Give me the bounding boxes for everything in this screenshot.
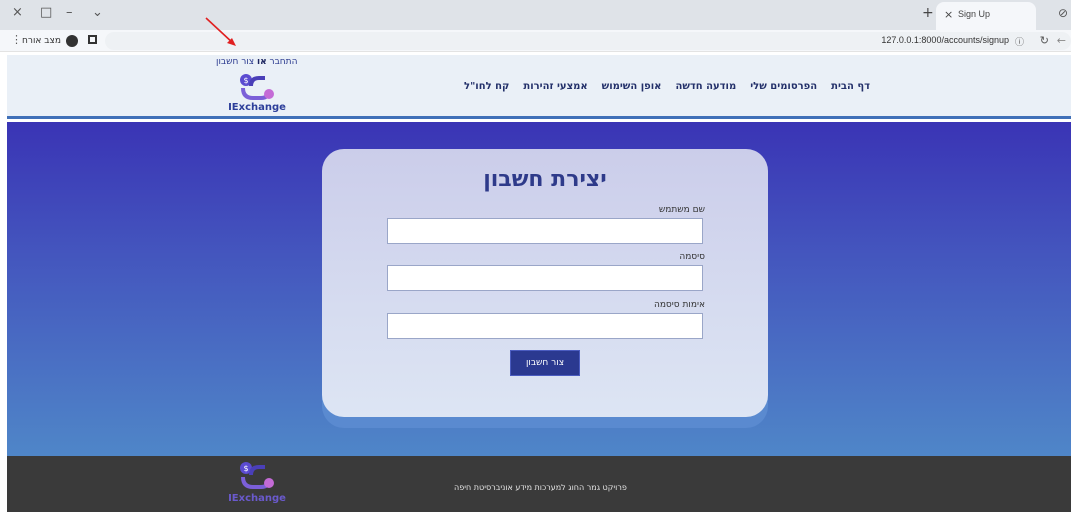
back-icon[interactable]: ← bbox=[1057, 34, 1066, 47]
close-window-icon[interactable]: × bbox=[12, 5, 23, 20]
confirm-password-label: אימות סיסמה bbox=[653, 300, 705, 310]
main-nav: דף הבית הפרסומים שלי מודעה חדשה אופן השי… bbox=[460, 81, 870, 92]
site-header: התחבר או צור חשבון $ IExchange דף הבית ה… bbox=[7, 55, 1071, 119]
browser-extension-icon[interactable]: ⊘ bbox=[1058, 6, 1068, 20]
footer-credit-text: פרויקט גמר החוג למערכות מידע אוניברסיטת … bbox=[454, 483, 627, 492]
confirm-password-field[interactable] bbox=[387, 313, 703, 339]
form-title: יצירת חשבון bbox=[483, 167, 607, 192]
guest-profile-button[interactable]: מצב אורח bbox=[22, 33, 78, 48]
nav-home[interactable]: דף הבית bbox=[831, 81, 870, 92]
exchange-logo-icon: $ bbox=[240, 462, 274, 489]
svg-text:$: $ bbox=[243, 464, 248, 473]
nav-new-ad[interactable]: מודעה חדשה bbox=[675, 81, 736, 92]
tab-search-icon[interactable]: ⌄ bbox=[92, 5, 103, 20]
browser-tab[interactable]: × Sign Up bbox=[936, 2, 1036, 30]
site-info-icon[interactable]: ⓘ bbox=[1015, 35, 1024, 48]
new-tab-button[interactable]: + bbox=[922, 5, 934, 21]
reload-icon[interactable]: ↻ bbox=[1040, 34, 1049, 47]
maximize-window-icon[interactable]: □ bbox=[40, 5, 52, 20]
password-field[interactable] bbox=[387, 265, 703, 291]
annotation-arrow-icon bbox=[205, 17, 236, 46]
nav-how-to-use[interactable]: אופן השימוש bbox=[602, 81, 662, 92]
menu-icon[interactable]: ⋮ bbox=[11, 33, 22, 46]
username-label: שם משתמש bbox=[658, 205, 705, 215]
create-account-button[interactable]: צור חשבון bbox=[510, 350, 580, 376]
omnibox[interactable]: 127.0.0.1:8000/accounts/signup ⓘ ↻ ← bbox=[105, 32, 1071, 50]
nav-take-abroad[interactable]: קח לחו"ל bbox=[464, 81, 509, 92]
logo-text: IExchange bbox=[228, 102, 286, 113]
url-text[interactable]: 127.0.0.1:8000/accounts/signup bbox=[881, 35, 1009, 45]
login-link[interactable]: התחבר bbox=[270, 57, 298, 67]
nav-my-posts[interactable]: הפרסומים שלי bbox=[750, 81, 817, 92]
site-footer: $ IExchange פרויקט גמר החוג למערכות מידע… bbox=[7, 456, 1071, 512]
tab-close-icon[interactable]: × bbox=[944, 8, 953, 21]
sidebar-icon[interactable] bbox=[88, 35, 97, 44]
minimize-window-icon[interactable]: – bbox=[66, 5, 73, 20]
nav-safety[interactable]: אמצעי זהירות bbox=[523, 81, 587, 92]
tab-title: Sign Up bbox=[958, 9, 991, 19]
auth-links: התחבר או צור חשבון bbox=[216, 57, 297, 67]
address-bar-row: ⋮ מצב אורח 127.0.0.1:8000/accounts/signu… bbox=[0, 30, 1071, 52]
signup-card: יצירת חשבון שם משתמש סיסמה אימות סיסמה צ… bbox=[322, 149, 768, 417]
main-content: יצירת חשבון שם משתמש סיסמה אימות סיסמה צ… bbox=[7, 122, 1071, 456]
username-field[interactable] bbox=[387, 218, 703, 244]
footer-logo-text: IExchange bbox=[228, 493, 286, 504]
password-label: סיסמה bbox=[679, 252, 705, 262]
footer-logo: $ IExchange bbox=[227, 459, 287, 509]
profile-avatar-icon bbox=[65, 34, 78, 47]
or-text: או bbox=[256, 57, 267, 67]
svg-text:$: $ bbox=[243, 76, 248, 85]
guest-label: מצב אורח bbox=[22, 35, 61, 46]
signup-link[interactable]: צור חשבון bbox=[216, 57, 254, 67]
site-logo[interactable]: $ IExchange bbox=[227, 72, 287, 116]
exchange-logo-icon: $ bbox=[240, 74, 274, 100]
browser-tab-strip: × □ – ⌄ + × Sign Up ⊘ bbox=[0, 0, 1071, 30]
